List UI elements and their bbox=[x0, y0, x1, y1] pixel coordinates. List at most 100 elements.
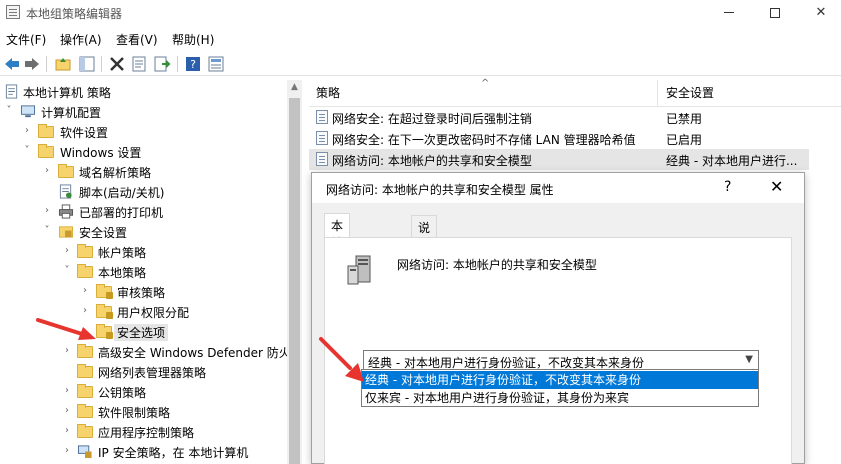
chevron-right-icon[interactable]: › bbox=[62, 405, 72, 417]
folder-icon bbox=[77, 384, 93, 398]
tree-item-software-settings[interactable]: › 软件设置 bbox=[0, 122, 285, 142]
minimize-button[interactable] bbox=[706, 0, 752, 26]
column-header-setting[interactable]: 安全设置 bbox=[666, 84, 714, 106]
folder-lock-icon bbox=[96, 324, 113, 339]
toolbar-separator bbox=[177, 56, 178, 72]
chevron-right-icon[interactable]: › bbox=[80, 305, 90, 317]
tree-item-scripts[interactable]: 脚本(启动/关机) bbox=[0, 182, 285, 202]
tree-item-ip-security[interactable]: › IP 安全策略，在 本地计算机 bbox=[0, 442, 285, 462]
minimize-icon bbox=[724, 12, 734, 13]
column-divider[interactable] bbox=[657, 80, 658, 106]
chevron-down-icon[interactable]: ˅ bbox=[42, 225, 52, 237]
help-icon[interactable]: ? bbox=[184, 55, 202, 73]
chevron-down-icon[interactable]: ▼ bbox=[745, 354, 753, 365]
tree-item-security-settings[interactable]: ˅ 安全设置 bbox=[0, 222, 285, 242]
tab-explain[interactable]: 说明 bbox=[411, 215, 438, 252]
tree-item-label: IP 安全策略，在 本地计算机 bbox=[98, 446, 249, 460]
tree-item-label: 软件限制策略 bbox=[98, 406, 171, 420]
up-folder-icon[interactable] bbox=[54, 55, 72, 73]
policy-item-icon bbox=[316, 110, 328, 124]
export-list-icon[interactable] bbox=[153, 55, 171, 73]
close-button[interactable]: ✕ bbox=[798, 0, 841, 26]
dialog-help-button[interactable]: ? bbox=[724, 179, 731, 195]
policy-name: 网络安全: 在下一次更改密码时不存储 LAN 管理器哈希值 bbox=[332, 133, 636, 147]
script-icon bbox=[59, 184, 72, 199]
policy-name: 网络访问: 本地帐户的共享和安全模型 bbox=[332, 154, 532, 168]
menu-view[interactable]: 查看(V) bbox=[116, 31, 158, 48]
tree-item-local-policies[interactable]: ˅ 本地策略 bbox=[0, 262, 285, 282]
tree-item-local-computer-policy[interactable]: 本地计算机 策略 bbox=[0, 82, 285, 102]
tree-item-network-list-manager[interactable]: 网络列表管理器策略 bbox=[0, 362, 285, 382]
policy-setting: 经典 - 对本地用户进行... bbox=[666, 154, 798, 168]
chevron-right-icon[interactable]: › bbox=[22, 125, 32, 137]
properties-dialog: 网络访问: 本地帐户的共享和安全模型 属性 ? ✕ 本地安全设置 说明 网络访问… bbox=[311, 172, 805, 464]
toolbar: ? bbox=[0, 52, 841, 76]
menu-file[interactable]: 文件(F) bbox=[6, 31, 46, 48]
menu-bar: 文件(F) 操作(A) 查看(V) 帮助(H) bbox=[0, 28, 841, 50]
policy-name: 网络安全: 在超过登录时间后强制注销 bbox=[332, 112, 532, 126]
tree-item-computer-config[interactable]: ˅ 计算机配置 bbox=[0, 102, 285, 122]
folder-icon bbox=[77, 264, 93, 278]
scroll-up-icon[interactable]: ▲ bbox=[287, 82, 302, 92]
policy-row[interactable]: 网络安全: 在超过登录时间后强制注销 已禁用 bbox=[309, 107, 809, 128]
tree-item-label: 审核策略 bbox=[117, 286, 166, 300]
chevron-right-icon[interactable]: › bbox=[62, 245, 72, 257]
folder-icon bbox=[38, 144, 54, 158]
tree-item-public-key-policies[interactable]: › 公钥策略 bbox=[0, 382, 285, 402]
tree-item-label: 已部署的打印机 bbox=[79, 206, 164, 220]
policy-row-selected[interactable]: 网络访问: 本地帐户的共享和安全模型 经典 - 对本地用户进行... bbox=[309, 149, 809, 170]
tree-item-label: 脚本(启动/关机) bbox=[79, 186, 165, 200]
server-icon bbox=[347, 255, 371, 285]
tree-item-name-resolution-policy[interactable]: › 域名解析策略 bbox=[0, 162, 285, 182]
tree-item-label: 高级安全 Windows Defender 防火 bbox=[98, 346, 291, 360]
tree-item-label: 计算机配置 bbox=[41, 106, 102, 120]
chevron-right-icon[interactable]: › bbox=[42, 165, 52, 177]
header-divider bbox=[309, 106, 841, 107]
policy-item-icon bbox=[316, 152, 328, 166]
dropdown-option-guest-only[interactable]: 仅来宾 - 对本地用户进行身份验证，其身份为来宾 bbox=[362, 389, 758, 407]
tree-scrollbar[interactable]: ▲ bbox=[287, 80, 302, 464]
dropdown-option-classic[interactable]: 经典 - 对本地用户进行身份验证，不改变其本来身份 bbox=[362, 371, 758, 389]
policy-heading: 网络访问: 本地帐户的共享和安全模型 bbox=[397, 258, 597, 272]
delete-icon[interactable] bbox=[108, 55, 126, 73]
tree-item-label: 本地策略 bbox=[98, 266, 147, 280]
column-header-policy[interactable]: 策略 bbox=[316, 84, 340, 106]
app-icon bbox=[6, 5, 20, 19]
tree-item-windows-settings[interactable]: ˅ Windows 设置 bbox=[0, 142, 285, 162]
forward-icon[interactable] bbox=[23, 55, 41, 73]
toolbar-separator bbox=[101, 56, 102, 72]
scrollbar-thumb[interactable] bbox=[289, 98, 300, 464]
chevron-down-icon[interactable]: ˅ bbox=[22, 145, 32, 157]
chevron-right-icon[interactable]: › bbox=[62, 425, 72, 437]
window-titlebar: 本地组策略编辑器 ✕ bbox=[0, 0, 841, 26]
menu-action[interactable]: 操作(A) bbox=[60, 31, 102, 48]
view-icon[interactable] bbox=[207, 55, 225, 73]
folder-icon bbox=[58, 164, 74, 178]
tree-item-account-policies[interactable]: › 帐户策略 bbox=[0, 242, 285, 262]
show-hide-tree-icon[interactable] bbox=[78, 55, 96, 73]
chevron-right-icon[interactable]: › bbox=[62, 345, 72, 357]
chevron-right-icon[interactable]: › bbox=[62, 445, 72, 457]
tree-item-label: 帐户策略 bbox=[98, 246, 147, 260]
tree-item-label: 安全设置 bbox=[79, 226, 128, 240]
chevron-right-icon[interactable]: › bbox=[42, 205, 52, 217]
chevron-down-icon[interactable]: ˅ bbox=[4, 105, 14, 117]
menu-help[interactable]: 帮助(H) bbox=[172, 31, 214, 48]
policy-row[interactable]: 网络安全: 在下一次更改密码时不存储 LAN 管理器哈希值 已启用 bbox=[309, 128, 809, 149]
close-icon: ✕ bbox=[815, 5, 827, 20]
tree-item-defender-firewall[interactable]: › 高级安全 Windows Defender 防火 bbox=[0, 342, 291, 362]
chevron-right-icon[interactable]: › bbox=[62, 385, 72, 397]
tree-item-audit-policy[interactable]: › 审核策略 bbox=[0, 282, 285, 302]
back-icon[interactable] bbox=[3, 55, 21, 73]
chevron-right-icon[interactable]: › bbox=[80, 285, 90, 297]
dialog-close-button[interactable]: ✕ bbox=[770, 177, 783, 196]
dialog-title: 网络访问: 本地帐户的共享和安全模型 属性 bbox=[326, 183, 554, 197]
properties-icon[interactable] bbox=[130, 55, 148, 73]
tree-item-software-restriction[interactable]: › 软件限制策略 bbox=[0, 402, 285, 422]
tree-item-deployed-printers[interactable]: › 已部署的打印机 bbox=[0, 202, 285, 222]
sharing-model-dropdown: 经典 - 对本地用户进行身份验证，不改变其本来身份 仅来宾 - 对本地用户进行身… bbox=[361, 369, 759, 407]
tab-local-security-setting[interactable]: 本地安全设置 bbox=[324, 213, 351, 318]
tree-item-app-control[interactable]: › 应用程序控制策略 bbox=[0, 422, 285, 442]
chevron-down-icon[interactable]: ˅ bbox=[62, 265, 72, 277]
maximize-button[interactable] bbox=[752, 0, 798, 26]
